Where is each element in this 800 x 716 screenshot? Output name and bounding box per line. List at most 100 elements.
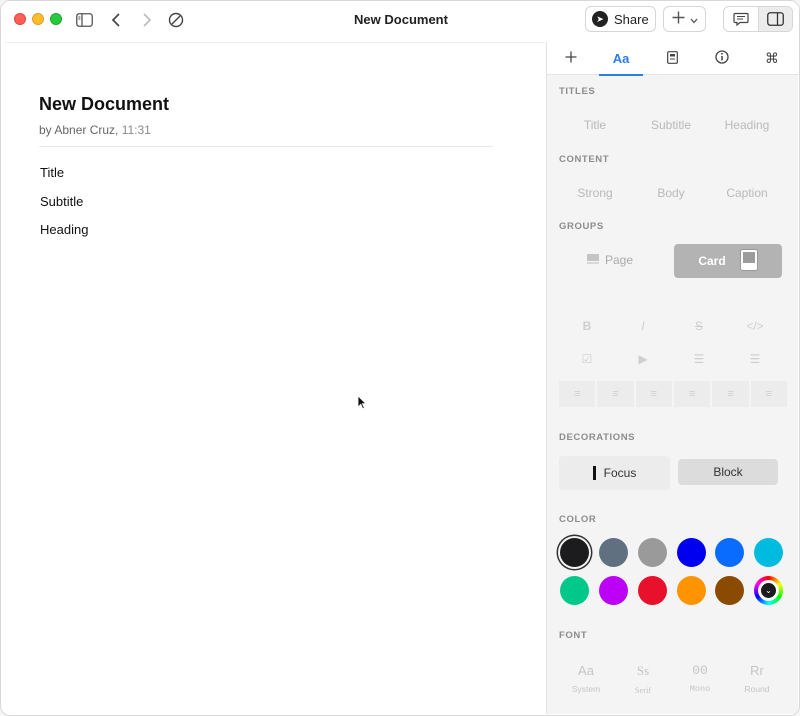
text-line-title[interactable]: Title <box>40 165 64 180</box>
font-round-glyph: Rr <box>750 663 764 678</box>
color-swatch[interactable] <box>715 576 744 605</box>
style-heading-option[interactable]: Heading <box>707 118 787 132</box>
checkbox-icon[interactable]: ☑ <box>569 352 605 366</box>
chevron-down-icon <box>690 11 698 27</box>
zoom-window-button[interactable] <box>50 13 62 25</box>
bullet-list-icon[interactable]: ☰ <box>681 352 717 366</box>
section-groups-label: GROUPS <box>559 221 604 232</box>
share-label: Share <box>614 11 649 27</box>
alignment-tools: ≡ ≡ ≡ ≡ ≡ ≡ <box>559 381 787 407</box>
close-window-button[interactable] <box>14 13 26 25</box>
text-line-subtitle[interactable]: Subtitle <box>40 194 83 209</box>
inspector-tabs: Aa ⌘ <box>547 42 798 76</box>
plus-icon <box>672 11 685 27</box>
section-font-label: FONT <box>559 630 588 641</box>
tab-shortcuts[interactable]: ⌘ <box>748 42 796 75</box>
back-icon[interactable] <box>109 10 123 30</box>
inspector-toggle-icon[interactable] <box>757 7 792 31</box>
outdent-icon[interactable]: ≡ <box>597 381 634 407</box>
align-center-icon[interactable]: ≡ <box>673 381 711 407</box>
comments-icon[interactable] <box>724 7 758 31</box>
plus-icon <box>565 51 577 66</box>
title-bar: New Document ➤ Share <box>1 1 799 39</box>
font-round-option[interactable]: Rr Round <box>732 663 782 694</box>
font-system-glyph: Aa <box>578 663 594 678</box>
strikethrough-icon[interactable]: S <box>681 319 717 333</box>
color-swatch[interactable] <box>754 538 783 567</box>
code-icon[interactable]: </> <box>737 319 773 333</box>
forward-icon[interactable] <box>140 10 154 30</box>
decoration-focus-label: Focus <box>603 466 637 480</box>
font-serif-label: Serif <box>634 685 652 695</box>
disclosure-icon[interactable]: ▶ <box>625 352 661 366</box>
document-icon <box>666 50 678 67</box>
color-swatch[interactable] <box>599 576 628 605</box>
page-icon <box>587 253 599 267</box>
minimize-window-button[interactable] <box>32 13 44 25</box>
font-system-option[interactable]: Aa System <box>561 663 611 694</box>
align-right-icon[interactable]: ≡ <box>712 381 749 407</box>
focus-bar-icon <box>592 466 596 480</box>
window-title: New Document <box>354 12 448 27</box>
bold-icon[interactable]: B <box>569 319 605 333</box>
document-title[interactable]: New Document <box>39 94 169 115</box>
color-swatch[interactable] <box>638 538 667 567</box>
style-strong-option[interactable]: Strong <box>555 186 635 200</box>
document-meta: by Abner Cruz, 11:31 <box>39 123 151 137</box>
tab-format[interactable]: Aa <box>597 42 645 76</box>
group-page-option[interactable]: Page <box>587 253 633 267</box>
tab-document[interactable] <box>648 42 696 75</box>
decoration-block-option[interactable]: Block <box>678 459 778 485</box>
section-titles-label: TITLES <box>559 86 596 97</box>
format-inspector: Aa ⌘ TITLES Title Subtitle Heading CONTE… <box>546 42 798 714</box>
group-card-label: Card <box>698 254 726 268</box>
group-card-option[interactable]: Card <box>674 244 782 278</box>
color-swatch[interactable] <box>677 576 706 605</box>
color-swatch[interactable] <box>638 576 667 605</box>
compass-icon[interactable] <box>167 10 185 30</box>
style-body-option[interactable]: Body <box>631 186 711 200</box>
view-segment <box>723 6 793 32</box>
custom-color-icon[interactable]: ⌄ <box>754 576 783 605</box>
italic-icon[interactable]: I <box>625 319 661 333</box>
font-mono-option[interactable]: 00 Mono <box>675 663 725 694</box>
mouse-pointer-icon <box>357 395 367 415</box>
add-menu-button[interactable] <box>663 6 706 32</box>
group-page-label: Page <box>605 253 634 267</box>
color-swatch[interactable] <box>677 538 706 567</box>
style-caption-option[interactable]: Caption <box>707 186 787 200</box>
font-mono-glyph: 00 <box>692 663 708 678</box>
decoration-focus-option[interactable]: Focus <box>559 456 670 490</box>
divider <box>39 146 493 147</box>
tab-info[interactable] <box>698 42 746 75</box>
tab-insert[interactable] <box>547 42 595 75</box>
section-color-label: COLOR <box>559 514 597 525</box>
indent-icon[interactable]: ≡ <box>559 381 596 407</box>
document-editor[interactable]: New Document by Abner Cruz, 11:31 Title … <box>5 42 545 714</box>
style-title-option[interactable]: Title <box>555 118 635 132</box>
font-round-label: Round <box>744 684 770 694</box>
color-swatch[interactable] <box>560 538 589 567</box>
font-system-label: System <box>571 684 601 694</box>
color-swatch[interactable] <box>560 576 589 605</box>
card-icon <box>739 248 758 274</box>
style-subtitle-option[interactable]: Subtitle <box>631 118 711 132</box>
share-icon: ➤ <box>592 11 608 27</box>
font-mono-label: Mono <box>689 684 711 694</box>
section-content-label: CONTENT <box>559 154 610 165</box>
text-line-heading[interactable]: Heading <box>40 222 88 237</box>
info-icon <box>715 50 729 67</box>
align-left-icon[interactable]: ≡ <box>635 381 672 407</box>
justify-icon[interactable]: ≡ <box>750 381 787 407</box>
share-button[interactable]: ➤ Share <box>585 6 656 32</box>
command-icon: ⌘ <box>765 50 779 66</box>
section-decorations-label: DECORATIONS <box>559 432 636 443</box>
numbered-list-icon[interactable]: ☰ <box>737 352 773 366</box>
color-swatch[interactable] <box>715 538 744 567</box>
app-window: New Document ➤ Share New Document by Abn <box>0 0 800 716</box>
document-time: 11:31 <box>121 123 151 137</box>
document-author: by Abner Cruz, <box>39 123 119 137</box>
font-serif-option[interactable]: Ss Serif <box>618 663 668 695</box>
color-swatch[interactable] <box>599 538 628 567</box>
sidebar-toggle-icon[interactable] <box>75 10 93 30</box>
